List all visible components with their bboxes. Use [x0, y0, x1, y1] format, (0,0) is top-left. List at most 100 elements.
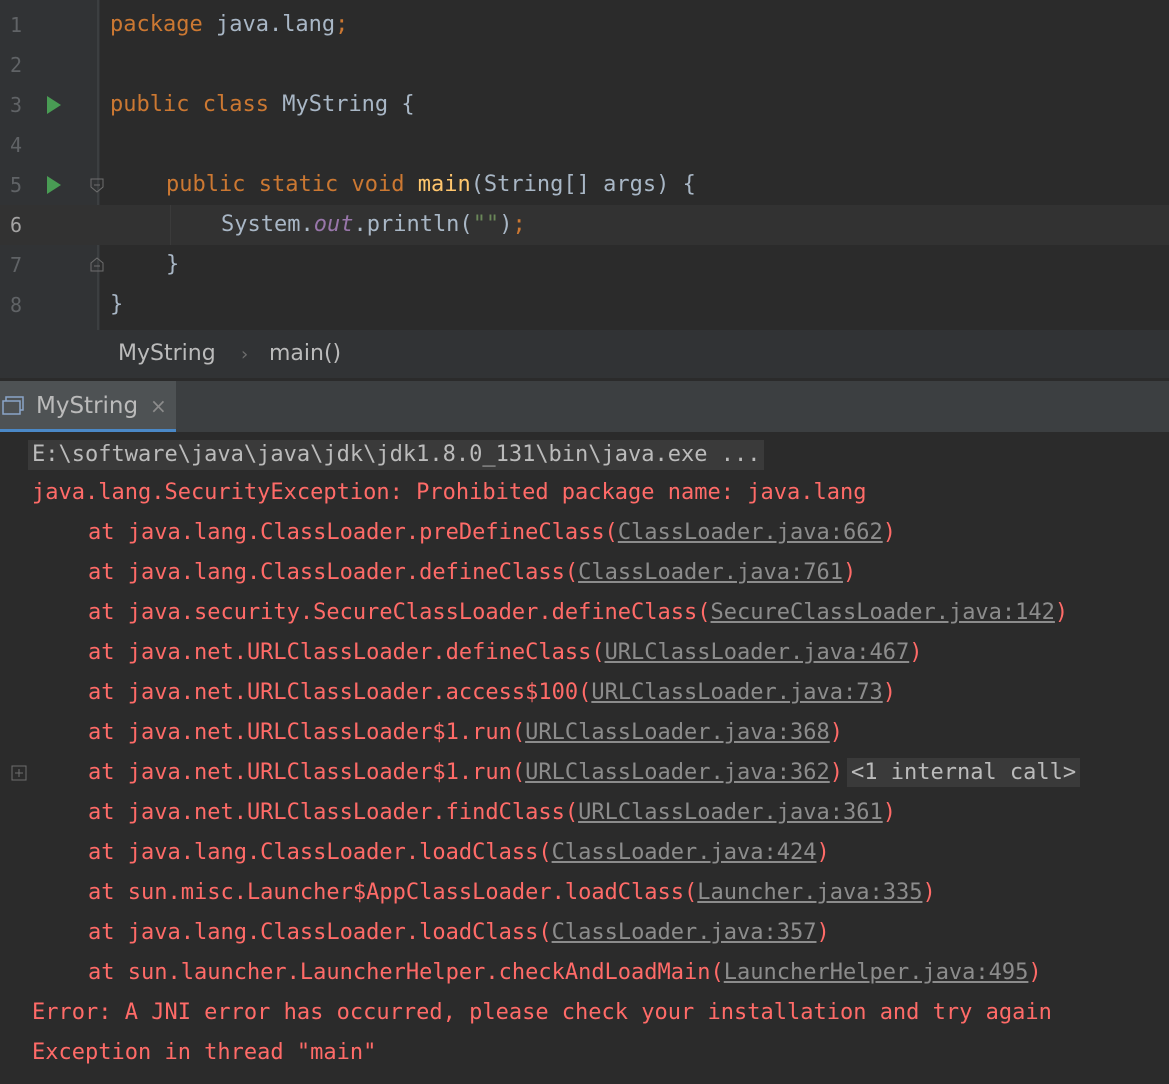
stack-frame: at sun.misc.Launcher$AppClassLoader.load…	[88, 880, 936, 906]
line-number: 6	[10, 213, 23, 237]
package-name: java.lang	[202, 12, 336, 37]
stack-frame: at java.lang.ClassLoader.defineClass(Cla…	[88, 560, 856, 586]
stack-frame: at java.net.URLClassLoader$1.run(URLClas…	[88, 720, 843, 746]
frame-method: at sun.misc.Launcher$AppClassLoader.load…	[88, 880, 698, 905]
source-link[interactable]: ClassLoader.java:761	[578, 560, 843, 585]
frame-paren: )	[922, 880, 936, 905]
method-call: .println(	[353, 212, 473, 237]
source-link[interactable]: LauncherHelper.java:495	[724, 960, 1029, 985]
source-link[interactable]: URLClassLoader.java:467	[605, 640, 910, 665]
frame-paren: )	[882, 520, 896, 545]
code-text[interactable]: public static void main(String[] args) {	[166, 172, 696, 198]
code-line-8[interactable]: 8 }	[0, 285, 1169, 325]
frame-paren: )	[829, 760, 843, 785]
frame-method: at java.lang.ClassLoader.defineClass(	[88, 560, 579, 585]
semicolon: ;	[335, 12, 349, 37]
code-line-5[interactable]: 5 public static void main(String[] args)…	[0, 165, 1169, 205]
frame-method: at java.lang.ClassLoader.preDefineClass(	[88, 520, 618, 545]
object-ref: System.	[221, 212, 314, 237]
run-tab-label: MyString	[36, 393, 139, 419]
frame-method: at java.lang.ClassLoader.loadClass(	[88, 920, 552, 945]
console-icon	[2, 396, 24, 415]
internal-call-fold[interactable]: <1 internal call>	[846, 758, 1081, 787]
frame-method: at java.lang.ClassLoader.loadClass(	[88, 840, 552, 865]
code-line-2[interactable]: 2	[0, 45, 1169, 85]
code-text[interactable]: }	[166, 252, 179, 278]
code-line-1[interactable]: 1 package java.lang;	[0, 5, 1169, 45]
stack-frame: at java.net.URLClassLoader$1.run(URLClas…	[88, 758, 1081, 787]
source-link[interactable]: ClassLoader.java:357	[552, 920, 817, 945]
keyword: public	[110, 92, 190, 117]
keyword: package	[110, 12, 203, 37]
frame-paren: )	[842, 560, 857, 585]
frame-paren: )	[882, 800, 896, 825]
fold-icon[interactable]	[89, 177, 105, 193]
stack-frame: at java.lang.ClassLoader.preDefineClass(…	[88, 520, 896, 546]
source-link[interactable]: URLClassLoader.java:368	[525, 720, 830, 745]
frame-method: at java.net.URLClassLoader.findClass(	[88, 800, 579, 825]
frame-paren: )	[816, 920, 830, 945]
code-text[interactable]: }	[110, 292, 123, 318]
keyword: public	[166, 172, 246, 197]
breadcrumb: MyString › main()	[0, 330, 1169, 378]
code-line-7[interactable]: 7 }	[0, 245, 1169, 285]
frame-paren: )	[909, 640, 923, 665]
frame-paren: )	[1054, 600, 1069, 625]
paren-close: )	[499, 212, 513, 237]
breadcrumb-item-method[interactable]: main()	[269, 341, 341, 367]
code-text[interactable]: package java.lang;	[110, 12, 348, 38]
console-error-line: Error: A JNI error has occurred, please …	[32, 1000, 1052, 1025]
console-exception: java.lang.SecurityException: Prohibited …	[32, 480, 867, 505]
code-text[interactable]: System.out.println("");	[221, 212, 526, 238]
stack-frame: at java.security.SecureClassLoader.defin…	[88, 600, 1068, 626]
line-number: 1	[10, 13, 23, 37]
code-line-6[interactable]: 6 System.out.println("");	[0, 205, 1169, 245]
frame-method: at java.security.SecureClassLoader.defin…	[88, 600, 711, 625]
code-line-3[interactable]: 3 public class MyString {	[0, 85, 1169, 125]
code-text[interactable]: public class MyString {	[110, 92, 415, 118]
fold-end-icon[interactable]	[89, 257, 105, 273]
stack-frame: at java.lang.ClassLoader.loadClass(Class…	[88, 840, 830, 866]
string-literal: ""	[472, 212, 500, 237]
run-tool-window-header: MyString ×	[0, 380, 1169, 433]
breadcrumb-separator: ›	[241, 344, 249, 365]
breadcrumb-item-class[interactable]: MyString	[118, 341, 216, 367]
line-number: 3	[10, 93, 23, 117]
frame-paren: )	[882, 680, 896, 705]
method-name: main	[417, 172, 471, 197]
console-output[interactable]: E:\software\java\java\jdk\jdk1.8.0_131\b…	[0, 432, 1169, 1084]
run-triangle-icon[interactable]	[46, 95, 62, 115]
expand-plus-icon[interactable]	[11, 765, 27, 781]
source-link[interactable]: ClassLoader.java:662	[618, 520, 883, 545]
code-line-4[interactable]: 4	[0, 125, 1169, 165]
line-number: 7	[10, 253, 23, 277]
source-link[interactable]: Launcher.java:335	[697, 880, 922, 905]
run-tab-mystring[interactable]: MyString ×	[0, 381, 176, 433]
stack-frame: at java.net.URLClassLoader.access$100(UR…	[88, 680, 896, 706]
line-number: 2	[10, 53, 23, 77]
close-icon[interactable]: ×	[150, 394, 167, 418]
keyword: static	[258, 172, 339, 197]
line-number: 5	[10, 173, 23, 197]
frame-paren: )	[829, 720, 843, 745]
indent-guide	[170, 205, 171, 245]
source-link[interactable]: ClassLoader.java:424	[552, 840, 817, 865]
code-editor[interactable]: 1 package java.lang; 2 3 public class My…	[0, 0, 1169, 330]
console-command[interactable]: E:\software\java\java\jdk\jdk1.8.0_131\b…	[28, 440, 765, 470]
keyword: void	[351, 172, 405, 197]
stack-frame: at java.net.URLClassLoader.defineClass(U…	[88, 640, 922, 666]
semicolon: ;	[512, 212, 526, 237]
source-link[interactable]: URLClassLoader.java:362	[525, 760, 830, 785]
line-number: 4	[10, 133, 23, 157]
stack-frame: at java.net.URLClassLoader.findClass(URL…	[88, 800, 896, 826]
keyword: class	[202, 92, 269, 117]
source-link[interactable]: URLClassLoader.java:73	[591, 680, 882, 705]
frame-method: at sun.launcher.LauncherHelper.checkAndL…	[88, 960, 724, 985]
stack-frame: at java.lang.ClassLoader.loadClass(Class…	[88, 920, 830, 946]
frame-paren: )	[816, 840, 830, 865]
run-triangle-icon[interactable]	[46, 175, 62, 195]
source-link[interactable]: SecureClassLoader.java:142	[711, 600, 1055, 625]
source-link[interactable]: URLClassLoader.java:361	[578, 800, 883, 825]
frame-paren: )	[1028, 960, 1042, 985]
frame-method: at java.net.URLClassLoader$1.run(	[88, 720, 526, 745]
